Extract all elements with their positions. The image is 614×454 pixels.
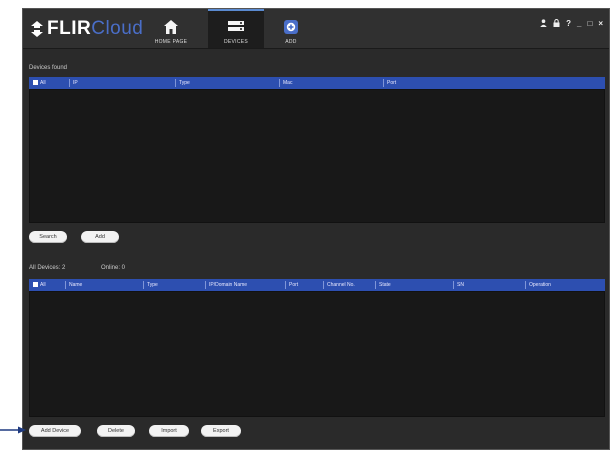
tab-home-page-label: HOME PAGE <box>154 39 188 45</box>
col-ip-domain[interactable]: IP/Domain Name <box>205 281 247 289</box>
search-button[interactable]: Search <box>29 231 67 243</box>
home-icon <box>164 20 178 34</box>
export-button[interactable]: Export <box>201 425 241 437</box>
close-icon[interactable]: × <box>598 19 603 30</box>
logo-cloud-text: Cloud <box>91 18 144 39</box>
add-device-button[interactable]: Add Device <box>29 425 81 437</box>
col-channel-no[interactable]: Channel No. <box>323 281 355 289</box>
col-operation[interactable]: Operation <box>525 281 551 289</box>
select-all-found[interactable]: All <box>33 80 46 86</box>
devices-found-header: All IP Type Mac Port <box>29 77 605 89</box>
col-all: All <box>40 282 46 288</box>
devices-icon <box>228 21 244 31</box>
select-all-checkbox[interactable] <box>33 80 38 86</box>
col-name[interactable]: Name <box>65 281 82 289</box>
import-button[interactable]: Import <box>149 425 189 437</box>
col-port[interactable]: Port <box>285 281 298 289</box>
select-all-checkbox[interactable] <box>33 282 38 288</box>
logo-flir-text: FLIR <box>47 18 92 39</box>
devices-found-label: Devices found <box>29 65 68 71</box>
lock-icon[interactable] <box>553 19 560 30</box>
tab-devices[interactable]: DEVICES <box>208 9 264 48</box>
flir-cloud-window: FLIR Cloud HOME PAGE DEVICES ADD ? _ □ ×… <box>22 8 610 450</box>
flir-logo-icon <box>31 21 43 37</box>
tab-add[interactable]: ADD <box>275 9 307 48</box>
minimize-icon[interactable]: _ <box>577 19 581 30</box>
maximize-icon[interactable]: □ <box>587 19 592 30</box>
pointer-arrow-icon <box>0 426 26 434</box>
tab-devices-label: DEVICES <box>223 39 249 45</box>
col-ip[interactable]: IP <box>69 79 78 87</box>
col-mac[interactable]: Mac <box>279 79 292 87</box>
col-port[interactable]: Port <box>383 79 396 87</box>
flir-cloud-logo: FLIR Cloud <box>29 18 143 40</box>
tab-add-label: ADD <box>285 39 297 45</box>
col-type[interactable]: Type <box>143 281 158 289</box>
title-bar: FLIR Cloud HOME PAGE DEVICES ADD ? _ □ × <box>23 9 609 49</box>
user-icon[interactable] <box>540 19 547 30</box>
all-devices-list[interactable] <box>29 291 605 417</box>
tab-home-page[interactable]: HOME PAGE <box>149 9 193 48</box>
col-sn[interactable]: SN <box>453 281 464 289</box>
col-all: All <box>40 80 46 86</box>
add-button[interactable]: Add <box>81 231 119 243</box>
window-controls: ? _ □ × <box>540 19 603 30</box>
online-count: Online: 0 <box>101 265 126 271</box>
add-icon <box>284 20 298 34</box>
all-devices-header: All Name Type IP/Domain Name Port Channe… <box>29 279 605 291</box>
devices-page: Devices found All IP Type Mac Port Searc… <box>23 49 609 449</box>
select-all-devices[interactable]: All <box>33 282 46 288</box>
col-type[interactable]: Type <box>175 79 190 87</box>
col-state[interactable]: State <box>375 281 391 289</box>
help-icon[interactable]: ? <box>566 19 571 30</box>
all-devices-count: All Devices: 2 <box>29 265 66 271</box>
devices-found-list[interactable] <box>29 89 605 223</box>
delete-button[interactable]: Delete <box>97 425 135 437</box>
